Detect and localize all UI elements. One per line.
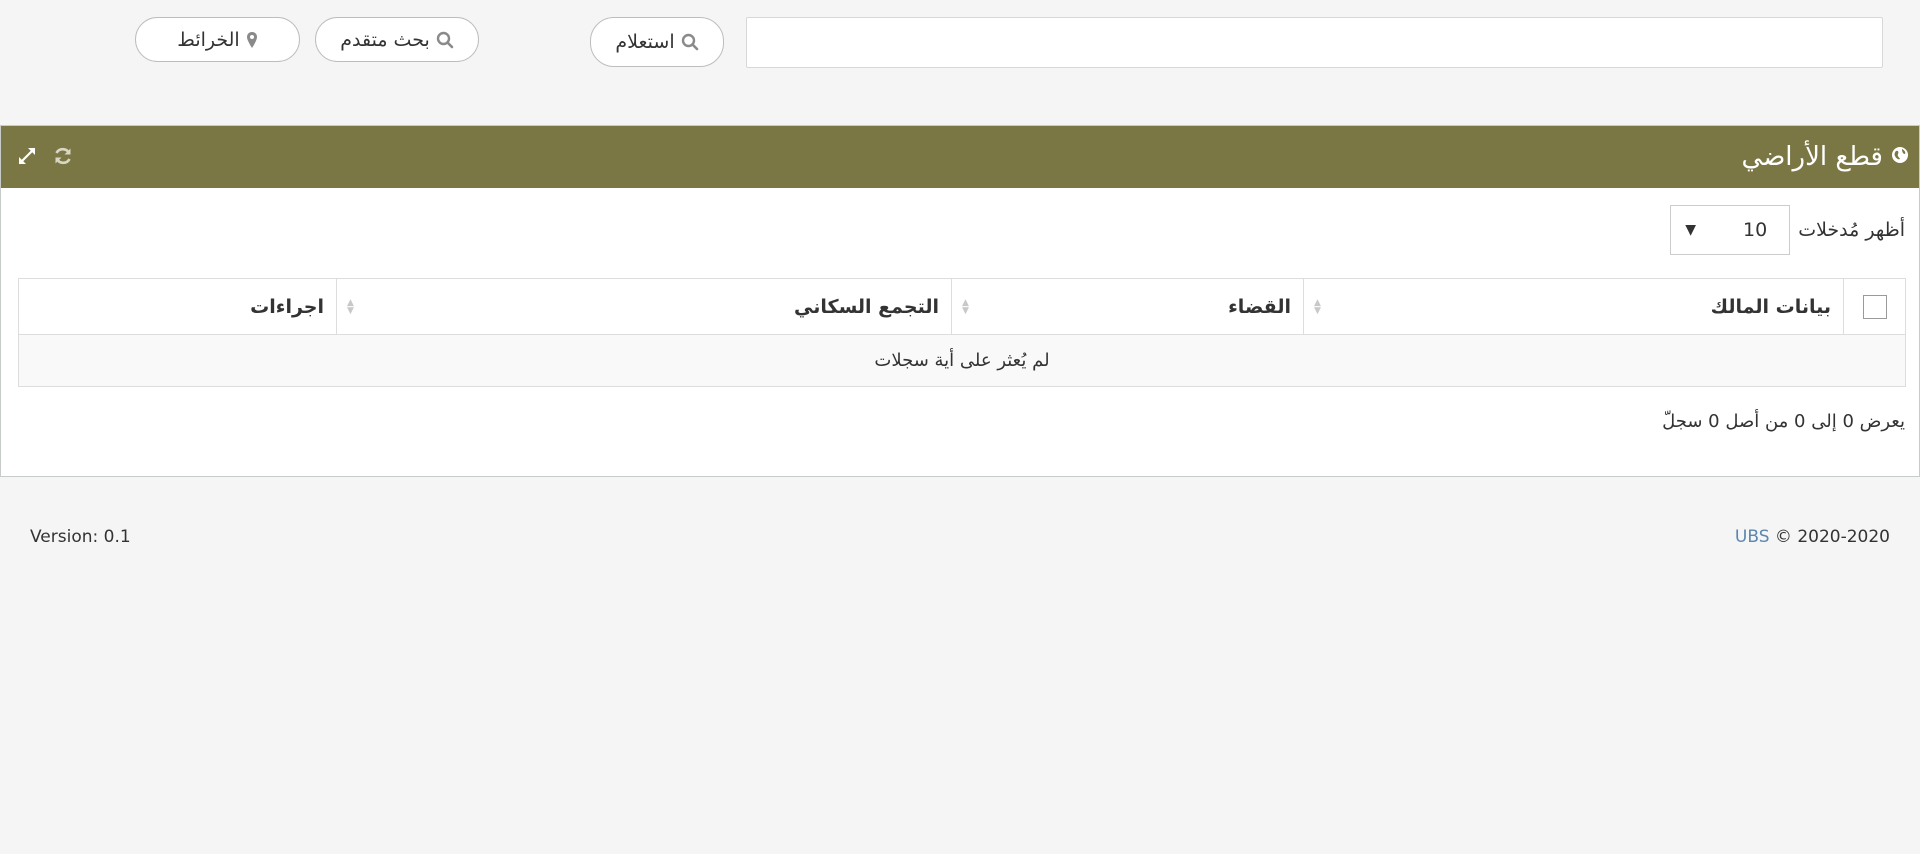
page-length-control: أظهر مُدخلات ▼ 10: [1670, 205, 1905, 255]
column-header-owner[interactable]: بيانات المالك ▲ ▼: [1303, 278, 1844, 335]
globe-icon: [1891, 146, 1909, 168]
advanced-search-button-label: بحث متقدم: [340, 28, 430, 51]
chevron-down-icon: ▼: [1685, 222, 1696, 238]
top-search-bar: استعلام بحث متقدم الخرائط: [0, 0, 1920, 90]
sort-icon: ▲ ▼: [347, 297, 354, 316]
column-header-community[interactable]: التجمع السكاني ▲ ▼: [336, 278, 952, 335]
panel-title: قطع الأراضي: [1741, 142, 1883, 172]
maps-button-label: الخرائط: [177, 28, 240, 51]
panel-tools: [15, 144, 75, 168]
footer-copyright-text: © 2020-2020: [1769, 527, 1890, 547]
footer-brand-link[interactable]: UBS: [1735, 527, 1770, 547]
column-header-label: بيانات المالك: [1710, 295, 1831, 318]
refresh-icon[interactable]: [51, 144, 75, 168]
panel-title-group: قطع الأراضي: [1742, 126, 1909, 188]
footer-copyright: UBS © 2020-2020: [1735, 527, 1890, 547]
search-icon: [436, 31, 454, 49]
expand-icon[interactable]: [15, 144, 39, 168]
land-plots-table: بيانات المالك ▲ ▼ القضاء ▲ ▼ التجمع السكان…: [18, 278, 1906, 387]
panel-header: قطع الأراضي: [1, 126, 1919, 188]
page-length-select[interactable]: ▼ 10: [1670, 205, 1791, 255]
table-row: لم يُعثر على أية سجلات: [18, 334, 1906, 387]
query-button-label: استعلام: [615, 31, 675, 53]
column-header-label: التجمع السكاني: [794, 295, 939, 318]
select-all-cell: [1843, 278, 1906, 335]
sort-icon: ▲ ▼: [962, 297, 969, 316]
search-input[interactable]: [746, 17, 1883, 68]
map-marker-icon: [246, 31, 258, 49]
column-header-label: اجراءات: [250, 295, 324, 318]
table-header-row: بيانات المالك ▲ ▼ القضاء ▲ ▼ التجمع السكان…: [18, 278, 1906, 335]
page-length-label: أظهر مُدخلات: [1798, 219, 1905, 241]
empty-table-message: لم يُعثر على أية سجلات: [18, 334, 1906, 387]
select-all-checkbox[interactable]: [1862, 294, 1887, 319]
table-info: يعرض 0 إلى 0 من أصل 0 سجلّ: [1662, 411, 1905, 432]
sort-icon: ▲ ▼: [1314, 297, 1321, 316]
search-icon: [681, 33, 699, 51]
land-plots-panel: قطع الأراضي أظهر مُدخلات ▼ 10 بيانات الم…: [0, 125, 1920, 477]
page-length-value: 10: [1743, 219, 1768, 241]
query-button[interactable]: استعلام: [590, 17, 724, 67]
column-header-actions: اجراءات: [18, 278, 337, 335]
column-header-district[interactable]: القضاء ▲ ▼: [951, 278, 1304, 335]
column-header-label: القضاء: [1228, 295, 1291, 318]
maps-button[interactable]: الخرائط: [135, 17, 300, 62]
footer-version: Version: 0.1: [30, 527, 131, 547]
advanced-search-button[interactable]: بحث متقدم: [315, 17, 479, 62]
